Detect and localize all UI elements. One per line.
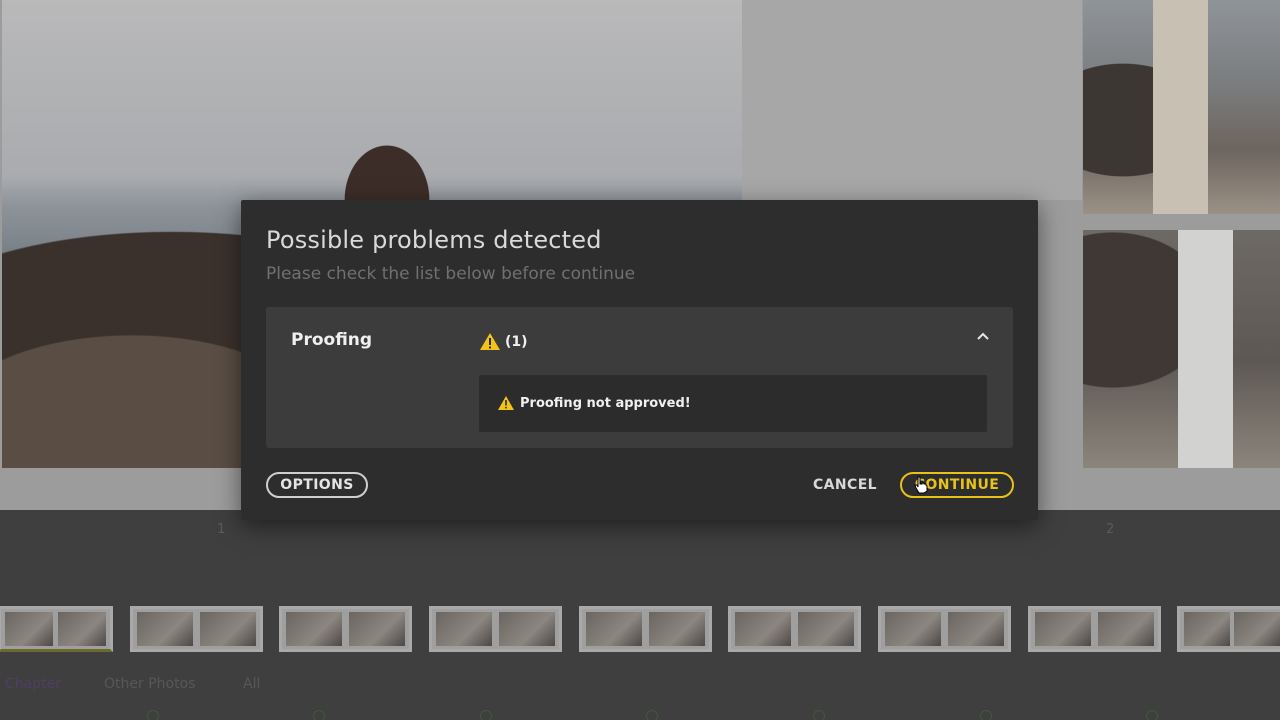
spread-thumbnail[interactable] xyxy=(130,606,263,652)
spread-thumbnail[interactable] xyxy=(878,606,1011,652)
tab-chapter[interactable]: Chapter xyxy=(5,676,61,692)
check-icon xyxy=(813,710,825,720)
spread-thumbnail[interactable] xyxy=(579,606,712,652)
options-button[interactable]: OPTIONS xyxy=(266,472,368,498)
warning-triangle-icon xyxy=(479,332,501,351)
page-number-left: 1 xyxy=(217,522,225,537)
section-warning-count: (1) xyxy=(479,332,528,351)
thumbnail-status-row xyxy=(0,710,1280,720)
check-icon xyxy=(147,710,159,720)
spread-page-blank xyxy=(742,0,1082,200)
chevron-up-icon[interactable] xyxy=(976,329,990,345)
cancel-button[interactable]: CANCEL xyxy=(809,472,881,498)
spread-thumbnail[interactable] xyxy=(1028,606,1161,652)
spread-thumbnail-strip xyxy=(0,606,1280,658)
tab-other-photos[interactable]: Other Photos xyxy=(104,676,195,692)
spread-thumbnail[interactable] xyxy=(279,606,412,652)
dialog-subtitle: Please check the list below before conti… xyxy=(266,264,635,284)
spread-thumbnail[interactable] xyxy=(0,606,113,652)
issue-item: Proofing not approved! xyxy=(479,375,987,432)
hand-pointer-icon xyxy=(914,476,928,494)
issue-text: Proofing not approved! xyxy=(520,396,691,411)
problem-section-proofing: Proofing (1) Proo xyxy=(266,307,1013,448)
check-icon xyxy=(313,710,325,720)
album-editor: 1 2 Chapter Other Photos All Possible pr… xyxy=(0,0,1280,720)
warning-triangle-icon xyxy=(497,395,515,411)
check-icon xyxy=(980,710,992,720)
check-icon xyxy=(646,710,658,720)
spread-thumbnail[interactable] xyxy=(429,606,562,652)
spread-thumbnail[interactable] xyxy=(728,606,861,652)
problems-dialog: Possible problems detected Please check … xyxy=(241,200,1038,520)
dialog-title: Possible problems detected xyxy=(266,226,602,254)
photo-tabs: Chapter Other Photos All xyxy=(0,676,600,698)
page-number-right: 2 xyxy=(1106,522,1114,537)
check-icon xyxy=(1146,710,1158,720)
section-title: Proofing xyxy=(291,330,372,350)
spread-photo-right-bottom[interactable] xyxy=(1083,230,1280,468)
spread-thumbnail[interactable] xyxy=(1177,606,1280,652)
check-icon xyxy=(480,710,492,720)
spread-photo-right-top[interactable] xyxy=(1083,0,1280,214)
tab-all[interactable]: All xyxy=(243,676,260,692)
section-count: (1) xyxy=(505,334,528,350)
